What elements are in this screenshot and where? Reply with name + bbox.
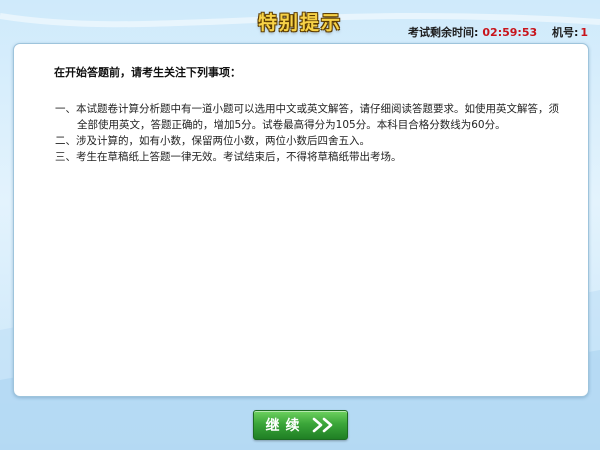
- notice-intro: 在开始答题前，请考生关注下列事项：: [54, 66, 241, 79]
- machine-number: 机号: 1: [552, 24, 588, 40]
- rule-item: 二、涉及计算的，如有小数，保留两位小数，两位小数后四舍五入。: [55, 135, 370, 147]
- continue-button[interactable]: 继续: [253, 410, 348, 440]
- timer-value: 02:59:53: [482, 26, 538, 39]
- machine-label: 机号:: [552, 26, 579, 39]
- machine-value: 1: [580, 26, 589, 39]
- header-bar: 特别提示 考试剩余时间: 02:59:53 机号: 1: [0, 0, 600, 42]
- rule-item: 一、本试题卷计算分析题中有一道小题可以选用中文或英文解答，请仔细阅读答题要求。如…: [55, 103, 559, 131]
- rules-list: 一、本试题卷计算分析题中有一道小题可以选用中文或英文解答，请仔细阅读答题要求。如…: [55, 101, 565, 165]
- countdown-timer: 考试剩余时间: 02:59:53: [408, 24, 537, 40]
- continue-label: 继续: [265, 418, 306, 434]
- rule-item: 三、考生在草稿纸上答题一律无效。考试结束后，不得将草稿纸带出考场。: [55, 151, 402, 163]
- double-chevron-right-icon: [312, 417, 332, 433]
- notice-panel: 在开始答题前，请考生关注下列事项： 一、本试题卷计算分析题中有一道小题可以选用中…: [13, 43, 589, 397]
- timer-label: 考试剩余时间:: [408, 26, 479, 39]
